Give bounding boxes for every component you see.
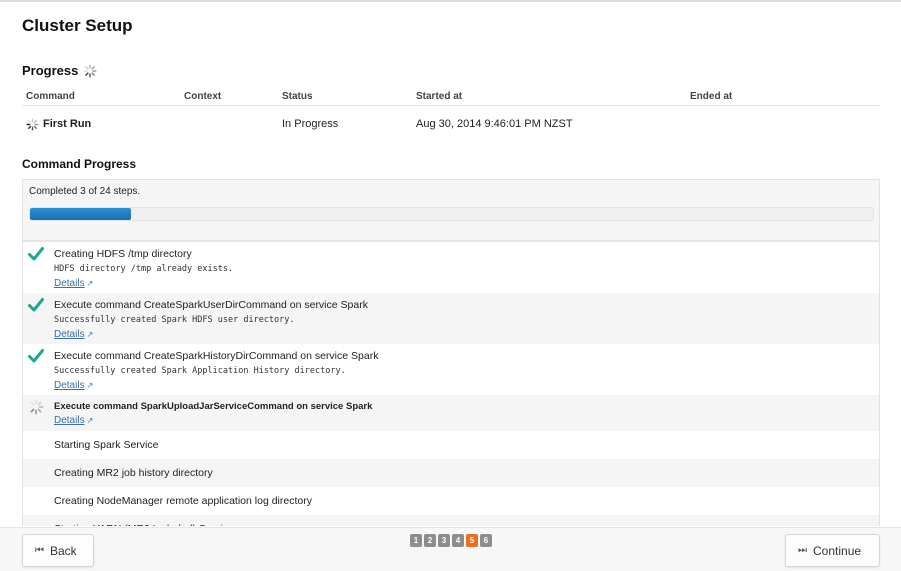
progress-panel: Completed 3 of 24 steps. — [22, 179, 880, 241]
page-step-1[interactable]: 1 — [410, 534, 422, 547]
step-title: Execute command CreateSparkUserDirComman… — [54, 299, 368, 311]
step-item: Creating MR2 job history directory — [23, 459, 879, 487]
step-item: Starting Spark Service — [23, 431, 879, 459]
command-table: Command Context Status Started at Ended … — [22, 88, 880, 142]
external-link-icon: ↗ — [86, 279, 94, 288]
loading-spinner-icon — [28, 399, 44, 415]
step-title: Execute command SparkUploadJarServiceCom… — [54, 401, 373, 412]
step-list[interactable]: Creating HDFS /tmp directory HDFS directo… — [22, 240, 880, 526]
progress-heading-label: Progress — [22, 63, 79, 78]
step-message: Successfully created Spark Application H… — [54, 366, 346, 376]
loading-spinner-icon — [26, 117, 39, 131]
back-button-label: Back — [50, 543, 77, 558]
details-link-label: Details — [54, 415, 85, 426]
step-message: Successfully created Spark HDFS user dir… — [54, 315, 295, 325]
progress-summary: Completed 3 of 24 steps. — [29, 186, 141, 197]
checkmark-icon — [28, 349, 44, 363]
details-link-label: Details — [54, 278, 85, 289]
step-title: Starting Spark Service — [54, 439, 159, 451]
header-context: Context — [184, 91, 222, 102]
page-step-3[interactable]: 3 — [438, 534, 450, 547]
step-title: Execute command CreateSparkHistoryDirCom… — [54, 350, 379, 362]
step-message: HDFS directory /tmp already exists. — [54, 264, 234, 274]
header-command: Command — [26, 91, 75, 102]
wizard-pager: 123456 — [410, 534, 492, 547]
step-item: Execute command SparkUploadJarServiceCom… — [23, 395, 879, 431]
page-step-2[interactable]: 2 — [424, 534, 436, 547]
back-button[interactable]: ⏮ Back — [22, 534, 94, 567]
page-step-4[interactable]: 4 — [452, 534, 464, 547]
back-arrow-icon: ⏮ — [35, 545, 44, 556]
step-item: Execute command CreateSparkUserDirComman… — [23, 293, 879, 344]
step-title: Creating NodeManager remote application … — [54, 495, 312, 507]
command-cell: First Run — [22, 117, 184, 131]
header-started-at: Started at — [416, 91, 463, 102]
details-link[interactable]: Details ↗ — [54, 278, 93, 289]
page-step-6[interactable]: 6 — [480, 534, 492, 547]
step-title: Creating HDFS /tmp directory — [54, 248, 192, 260]
progress-bar-fill — [30, 208, 132, 220]
header-ended-at: Ended at — [690, 91, 733, 102]
details-link[interactable]: Details ↗ — [54, 415, 93, 426]
checkmark-icon — [28, 247, 44, 261]
command-name[interactable]: First Run — [43, 118, 91, 130]
loading-spinner-icon — [83, 64, 97, 77]
status-cell: In Progress — [282, 118, 339, 130]
continue-button[interactable]: ⏭ Continue — [785, 534, 880, 567]
header-status: Status — [282, 91, 313, 102]
continue-arrow-icon: ⏭ — [798, 545, 807, 556]
progress-heading: Progress — [22, 63, 97, 78]
step-item: Creating HDFS /tmp directory HDFS directo… — [23, 242, 879, 293]
step-title: Starting YARN (MR2 Included) Service — [54, 523, 234, 526]
external-link-icon: ↗ — [86, 416, 94, 425]
page-title: Cluster Setup — [22, 16, 133, 35]
footer-bar: ⏮ Back 123456 ⏭ Continue — [0, 527, 901, 571]
details-link-label: Details — [54, 380, 85, 391]
command-table-header: Command Context Status Started at Ended … — [22, 88, 880, 106]
step-item: Creating NodeManager remote application … — [23, 487, 879, 515]
page-step-5[interactable]: 5 — [466, 534, 478, 547]
command-progress-heading: Command Progress — [22, 157, 137, 171]
step-item: Starting YARN (MR2 Included) Service — [23, 515, 879, 526]
continue-button-label: Continue — [813, 543, 862, 558]
details-link[interactable]: Details ↗ — [54, 380, 93, 391]
progress-bar — [29, 207, 874, 221]
top-border — [0, 0, 901, 2]
external-link-icon: ↗ — [86, 330, 94, 339]
step-item: Execute command CreateSparkHistoryDirCom… — [23, 344, 879, 395]
started-at-cell: Aug 30, 2014 9:46:01 PM NZST — [416, 118, 573, 130]
external-link-icon: ↗ — [86, 381, 94, 390]
details-link-label: Details — [54, 329, 85, 340]
details-link[interactable]: Details ↗ — [54, 329, 93, 340]
checkmark-icon — [28, 298, 44, 312]
step-title: Creating MR2 job history directory — [54, 467, 213, 479]
table-row: First Run In Progress Aug 30, 2014 9:46:… — [22, 106, 880, 142]
